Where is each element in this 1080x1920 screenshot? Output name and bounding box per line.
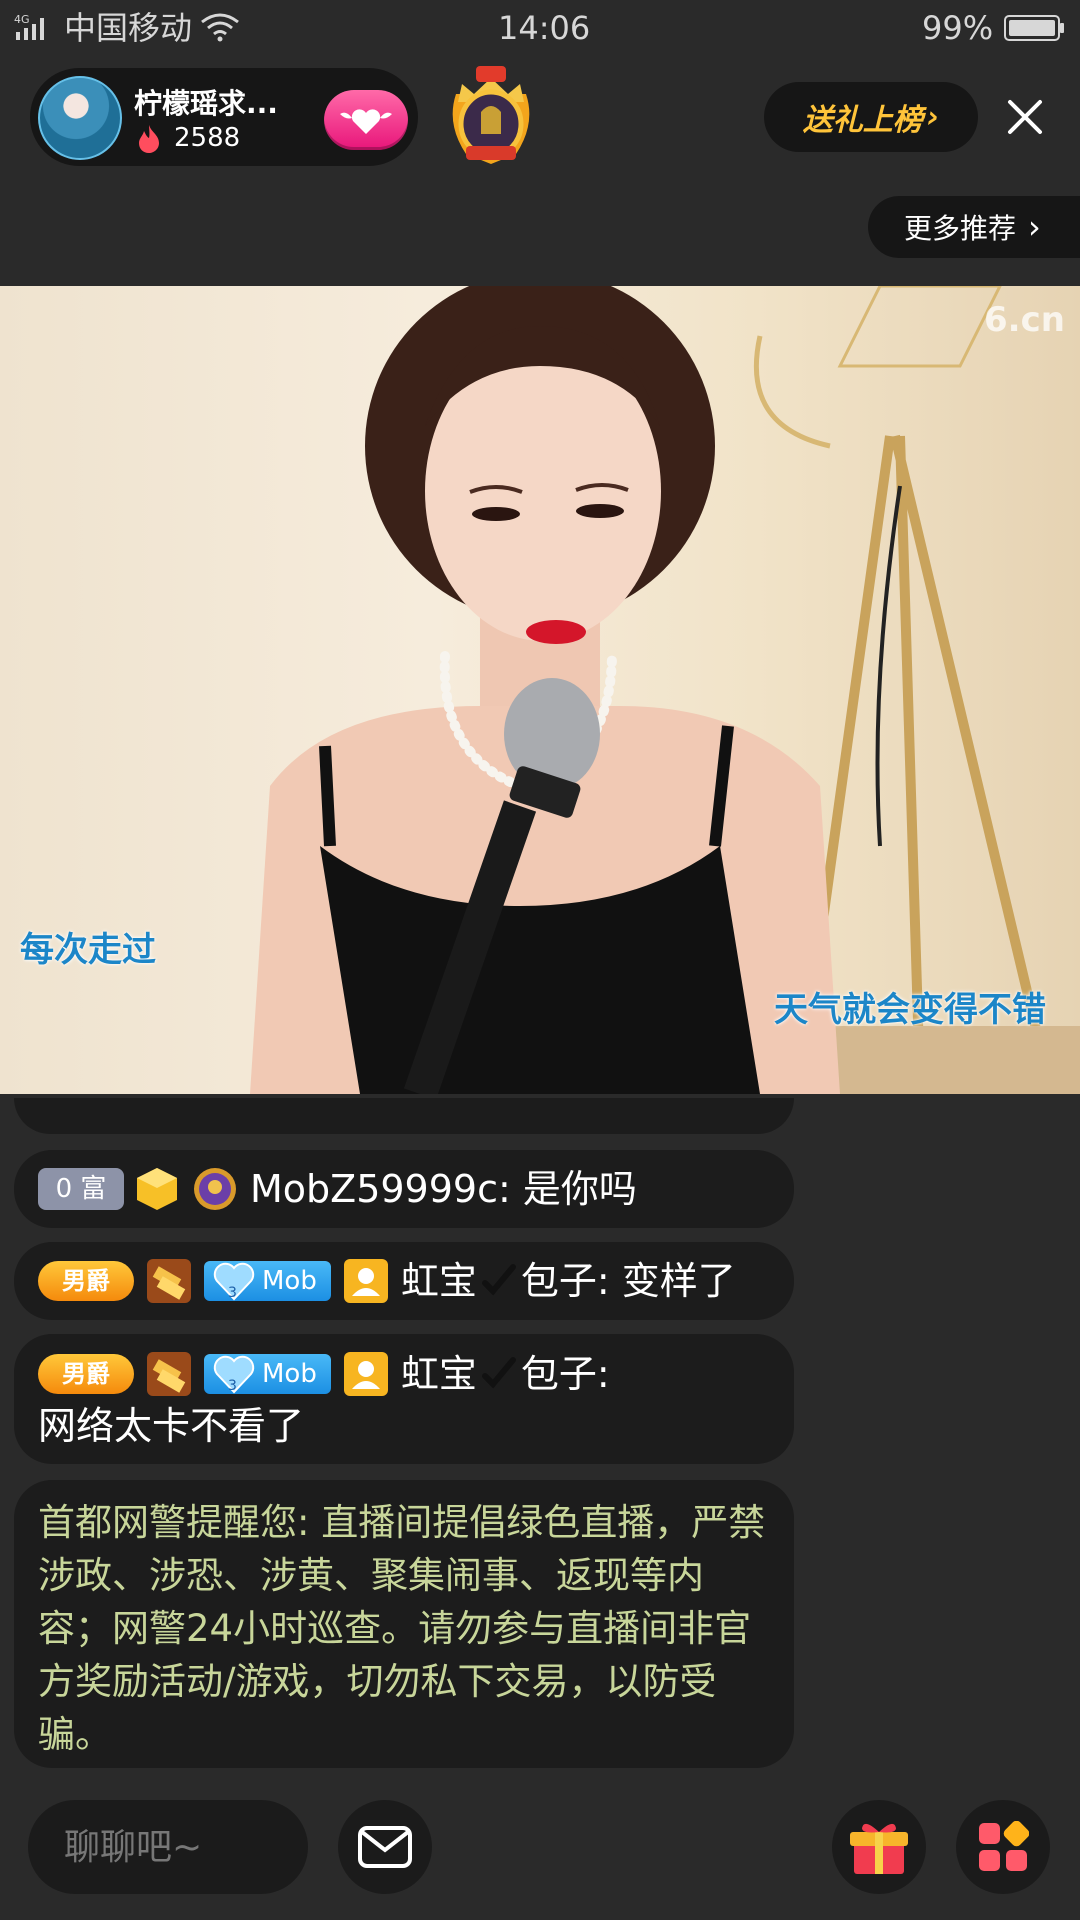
chat-text: 是你吗 [522,1167,637,1211]
more-recommend-button[interactable]: 更多推荐 › [868,196,1080,258]
gold-cube-icon [137,1168,177,1210]
chat-separator: : [497,1167,523,1211]
gift-rank-label: 送礼上榜 [802,103,923,138]
carrier-label: 中国移动 [64,9,193,47]
mob-label: Mob [262,1359,317,1389]
mob-fan-badge: 3 Mob [204,1354,331,1394]
status-bar: 4G 中国移动 14:06 99% [0,0,1080,56]
clock: 14:06 [498,9,591,47]
gold-bars-icon [147,1259,191,1303]
mob-fan-badge: 3 Mob [204,1261,331,1301]
svg-text:3: 3 [228,1285,237,1301]
heat-count: 2588 [174,123,241,153]
chat-message[interactable]: 0 富 MobZ59999c: 是你吗 [14,1150,794,1228]
host-name: 柠檬瑶求... [134,87,278,120]
lyric-left: 每次走过 [20,930,156,970]
svg-text:3: 3 [228,1378,237,1394]
mob-label: Mob [262,1266,317,1296]
streamer-video-frame [250,286,1080,1094]
chat-message[interactable]: 男爵 3 Mob 虹宝 包子: 变样了 [14,1242,794,1320]
chat-username-part2[interactable]: 包子 [521,1348,597,1400]
chat-message-partial [14,1098,794,1134]
lyric-right: 天气就会变得不错 [774,990,1046,1030]
chat-separator: : [596,1259,622,1303]
message-button[interactable] [338,1800,432,1894]
chat-username[interactable]: MobZ59999c [250,1163,498,1215]
system-notice: 首都网警提醒您: 直播间提倡绿色直播，严禁涉政、涉恐、涉黄、聚集闹事、返现等内容… [14,1480,794,1768]
gift-icon [850,1823,908,1874]
chat-input[interactable] [28,1800,308,1894]
more-recommend-label: 更多推荐 [904,212,1017,245]
chevron-right-icon: › [926,99,940,135]
chat-username-part2[interactable]: 包子 [521,1255,597,1307]
gift-rank-button[interactable]: 送礼上榜 › [764,82,978,152]
close-button[interactable] [998,90,1052,144]
follow-button[interactable] [324,90,408,150]
guard-badge-icon[interactable] [436,64,546,170]
chat-message[interactable]: 男爵 3 Mob 虹宝 包子: 网络太卡不看了 [14,1334,794,1464]
gold-bars-icon [147,1352,191,1396]
wifi-icon [201,13,239,42]
mail-icon [358,1826,412,1868]
watermark: 6.cn [984,300,1065,340]
heart-wings-icon [340,109,392,134]
apps-grid-icon [979,1821,1029,1871]
battery-icon [1004,15,1064,41]
notice-text: 首都网警提醒您: 直播间提倡绿色直播，严禁涉政、涉恐、涉黄、聚集闹事、返现等内容… [38,1501,766,1756]
blue-heart-icon: 3 [213,1262,255,1301]
gift-button[interactable] [832,1800,926,1894]
chat-text: 网络太卡不看了 [38,1404,305,1448]
live-video[interactable]: 6.cn 每次走过 天气就会变得不错 [0,286,1080,1094]
user-card-icon [343,1352,388,1396]
baron-badge: 男爵 [38,1354,134,1394]
battery-percent: 99% [922,9,994,47]
chevron-right-icon: › [1028,208,1041,246]
blue-heart-icon: 3 [213,1355,255,1394]
chat-text: 变样了 [621,1259,736,1303]
close-icon [1008,100,1042,134]
chat-username-part1[interactable]: 虹宝 [401,1348,477,1400]
purple-medal-icon [194,1168,236,1210]
user-card-icon [343,1259,388,1303]
checkmark-icon [481,1357,516,1389]
more-apps-button[interactable] [956,1800,1050,1894]
avatar[interactable] [38,76,122,160]
svg-text:4G: 4G [14,13,30,26]
checkmark-icon [481,1264,516,1296]
rich-level-badge: 0 富 [38,1168,124,1210]
signal-icon: 4G [14,13,44,40]
flame-icon [139,125,159,153]
chat-separator: : [596,1352,622,1396]
chat-username-part1[interactable]: 虹宝 [401,1255,477,1307]
baron-badge: 男爵 [38,1261,134,1301]
